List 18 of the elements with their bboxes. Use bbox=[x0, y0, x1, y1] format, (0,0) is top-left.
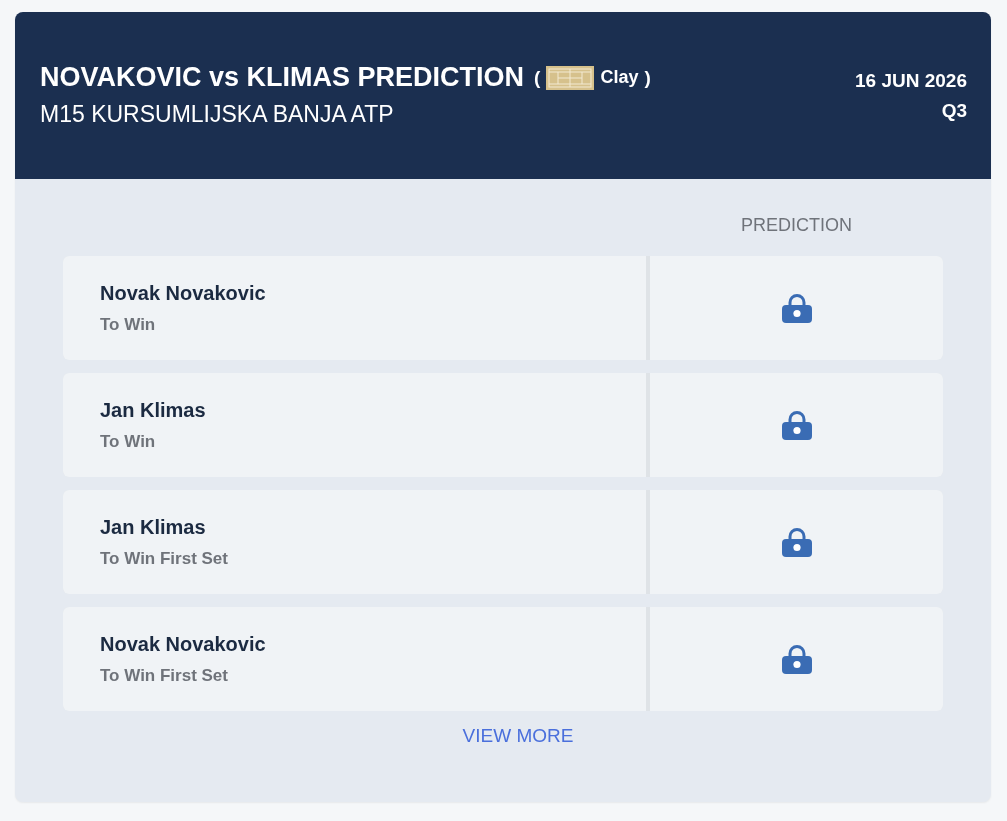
market-label: To Win bbox=[100, 432, 156, 452]
player-name: Jan Klimas bbox=[100, 399, 206, 422]
column-header: PREDICTION bbox=[741, 215, 852, 236]
market-label: To Win bbox=[100, 315, 156, 335]
match-date: 16 JUN 2026 bbox=[855, 70, 967, 92]
view-more-link[interactable]: VIEW MORE bbox=[462, 725, 574, 747]
paren-text: ) bbox=[644, 66, 651, 89]
market-label: To Win First Set bbox=[100, 549, 228, 569]
match-title: NOVAKOVIC vs KLIMAS PREDICTION bbox=[40, 62, 525, 93]
player-name: Jan Klimas bbox=[100, 516, 206, 539]
surface-label: Clay bbox=[600, 67, 639, 88]
player-name: Novak Novakovic bbox=[100, 633, 266, 656]
player-name: Novak Novakovic bbox=[100, 282, 266, 305]
market-label: To Win First Set bbox=[100, 666, 228, 686]
paren-text: ( bbox=[534, 66, 541, 89]
clay-court-icon bbox=[546, 65, 595, 90]
tournament-name: M15 KURSUMLIJSKA BANJA ATP bbox=[40, 101, 395, 128]
round-label: Q3 bbox=[941, 100, 967, 122]
